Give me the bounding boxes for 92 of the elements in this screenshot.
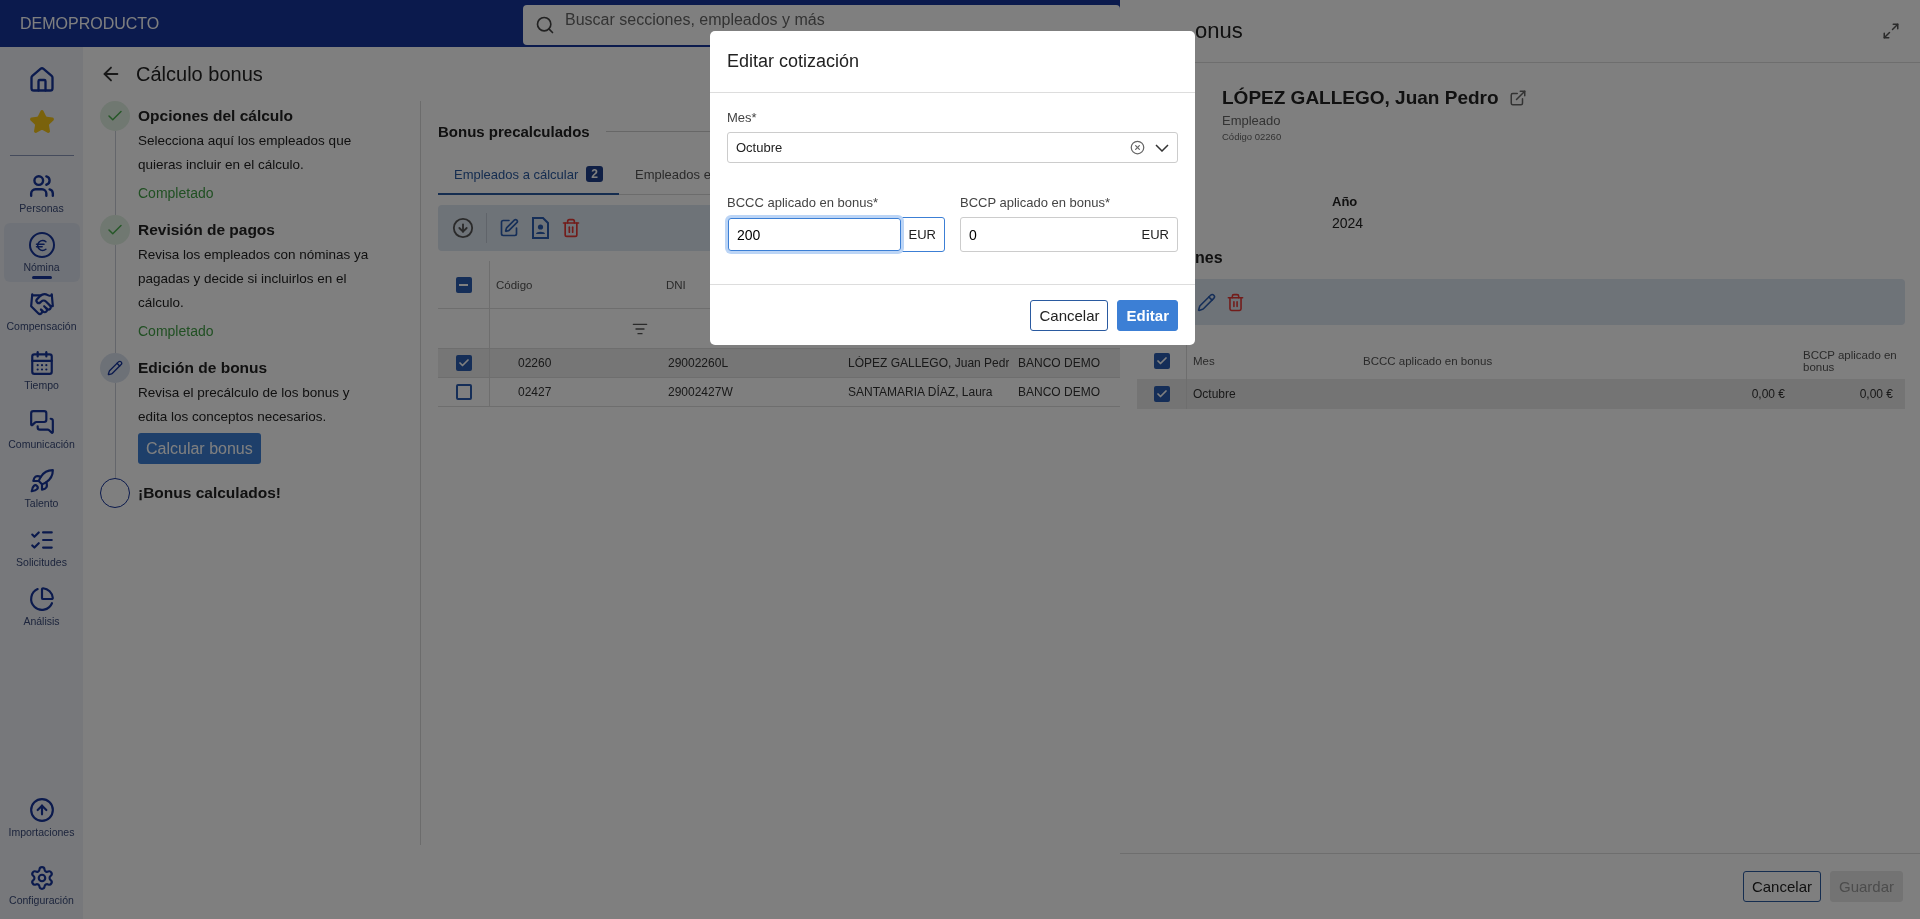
chat-icon xyxy=(28,409,55,435)
employee-role: Empleado xyxy=(1222,113,1282,128)
edit-button[interactable]: Editar xyxy=(1117,299,1178,331)
table-cell-text: 29002427W xyxy=(667,385,733,399)
table-cell-text: 02260 xyxy=(517,356,552,370)
column-header[interactable]: Mes xyxy=(1187,355,1215,367)
checkbox[interactable] xyxy=(1153,386,1170,402)
home-icon[interactable] xyxy=(27,66,56,94)
employee-code: Código 02260 xyxy=(1222,131,1283,142)
step-description: Selecciona aquí los empleados que quieras incluir en el cálculo. xyxy=(138,132,353,174)
column-header[interactable]: DNI xyxy=(660,278,686,291)
people-icon xyxy=(28,173,55,199)
step-title: Opciones del cálculo xyxy=(138,106,295,126)
amount-input[interactable]: 0 xyxy=(961,218,1134,251)
table-cell-text: BANCO DEMO xyxy=(1017,356,1100,370)
table-cell-text: 0,00 € xyxy=(1858,387,1893,401)
expand-icon[interactable] xyxy=(1882,22,1900,40)
check-icon xyxy=(1155,388,1168,400)
field-label: BCCP aplicado en bonus* xyxy=(960,195,1112,210)
unit-label: EUR xyxy=(907,227,937,242)
sidebar-item[interactable]: Compensación xyxy=(3,282,80,341)
sidebar-item[interactable]: Personas xyxy=(3,164,80,223)
cancel-button[interactable]: Cancelar xyxy=(1030,299,1109,331)
settings-icon xyxy=(28,864,55,891)
delete-icon[interactable] xyxy=(561,218,581,238)
checkbox[interactable] xyxy=(455,276,472,293)
checkbox[interactable] xyxy=(1153,353,1170,369)
star-icon[interactable] xyxy=(28,109,55,135)
employee-name: LÓPEZ GALLEGO, Juan Pedro xyxy=(1222,87,1499,109)
table-cell-text: LÓPEZ GALLEGO, Juan Pedr xyxy=(847,356,1010,370)
field-label: BCCC aplicado en bonus* xyxy=(727,195,880,210)
sidebar-item[interactable]: Comunicación xyxy=(3,400,80,459)
chevron-down-icon xyxy=(1155,143,1169,152)
step-description: Revisa los empleados con nóminas ya pagadas y decide si incluirlos en el cálculo. xyxy=(138,246,370,312)
step-status: Completado xyxy=(138,323,215,339)
sidebar-item[interactable]: Nómina xyxy=(3,223,80,282)
edit-icon[interactable] xyxy=(499,218,519,238)
column-header[interactable]: BCCP aplicado en bonus xyxy=(1797,349,1905,373)
delete-icon[interactable] xyxy=(1226,292,1245,312)
page-title: Cálculo bonus xyxy=(136,62,263,86)
month-select[interactable]: Octubre xyxy=(727,132,1178,163)
table-cell-text: 29002260L xyxy=(667,356,729,370)
employee-file-icon[interactable] xyxy=(531,217,549,239)
checkbox[interactable] xyxy=(455,355,472,371)
handshake-icon xyxy=(28,291,55,317)
table-cell-text: 0,00 € xyxy=(1750,387,1785,401)
section-title: nes xyxy=(1195,249,1224,267)
check-icon xyxy=(457,357,470,369)
step-description: Revisa el precálculo de los bonus y edita los conceptos necesarios. xyxy=(138,384,351,426)
table-cell-text: SANTAMARIA DÍAZ, Laura xyxy=(847,385,993,399)
sidebar-item[interactable]: Tiempo xyxy=(3,341,80,400)
tab[interactable]: Empleados a cálcular 2 xyxy=(438,155,619,195)
count-badge: 2 xyxy=(586,166,603,182)
sidebar-item[interactable]: Talento xyxy=(3,459,80,518)
calculate-button[interactable]: Calcular bonus xyxy=(138,433,261,464)
calendar-icon xyxy=(28,350,55,376)
euro-icon xyxy=(28,232,55,258)
amount-field[interactable]: 200 EUR xyxy=(727,217,945,252)
sidebar-item[interactable]: Solicitudes xyxy=(3,518,80,577)
clear-icon[interactable] xyxy=(1130,140,1145,155)
amount-field[interactable]: 0 EUR xyxy=(960,217,1178,252)
table-cell-text: BANCO DEMO xyxy=(1017,385,1100,399)
pie-chart-icon xyxy=(28,586,55,612)
cancel-button[interactable]: Cancelar xyxy=(1742,871,1821,902)
rocket-icon xyxy=(28,468,55,494)
table-cell-text: 02427 xyxy=(517,385,552,399)
column-header[interactable]: BCCC aplicado en bonus xyxy=(1357,355,1493,367)
download-icon[interactable] xyxy=(452,217,474,239)
brand-name[interactable]: DEMOPRODUCTO xyxy=(20,14,523,33)
amount-input[interactable]: 200 xyxy=(728,218,901,251)
step-status: Completado xyxy=(138,185,215,201)
field-label: Año xyxy=(1332,194,1359,209)
checkbox[interactable] xyxy=(455,384,472,400)
edit-icon[interactable] xyxy=(1197,292,1216,312)
field-value: 2024 xyxy=(1332,215,1364,231)
step-title: Edición de bonus xyxy=(138,358,269,378)
sidebar-item[interactable]: Configuración xyxy=(3,851,80,919)
panel-title: onus xyxy=(1195,18,1243,44)
sidebar-item[interactable]: Análisis xyxy=(3,577,80,636)
step-title: ¡Bonus calculados! xyxy=(138,483,281,503)
upload-icon xyxy=(28,796,55,823)
field-label: Mes* xyxy=(727,110,758,125)
search-icon xyxy=(535,14,555,35)
unit-label: EUR xyxy=(1140,227,1170,242)
external-link-icon[interactable] xyxy=(1508,89,1527,107)
section-title: Bonus precalculados xyxy=(438,122,590,140)
dialog-title: Editar cotización xyxy=(727,51,860,72)
sidebar-item[interactable]: Importaciones xyxy=(3,783,80,851)
check-icon xyxy=(1155,355,1168,367)
table-cell-text: Octubre xyxy=(1192,387,1236,401)
step-title: Revisión de pagos xyxy=(138,220,276,240)
column-header[interactable]: Código xyxy=(490,278,533,291)
